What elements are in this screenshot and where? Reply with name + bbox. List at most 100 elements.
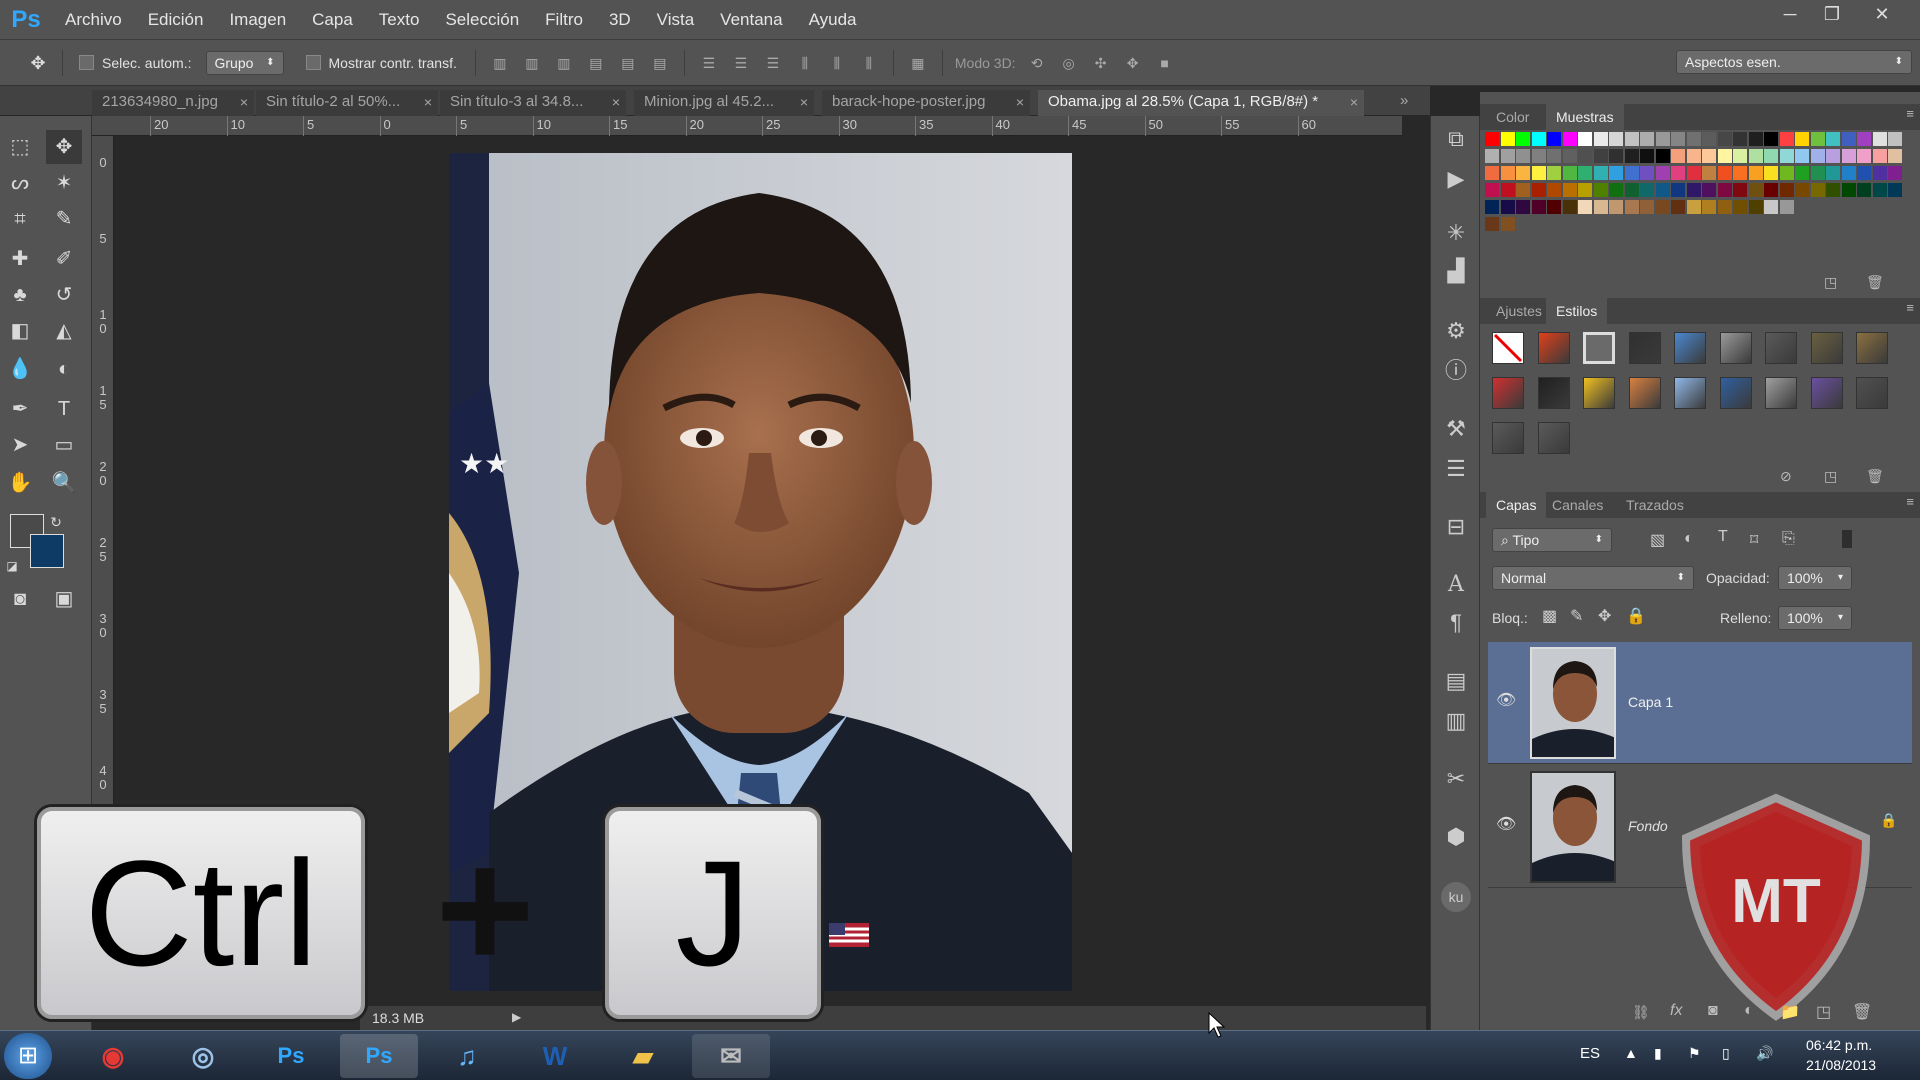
style-preset[interactable]: [1765, 377, 1797, 409]
color-swatch[interactable]: [1485, 132, 1499, 146]
color-swatch[interactable]: [1810, 166, 1825, 180]
color-swatch[interactable]: [1547, 166, 1561, 180]
power-icon[interactable]: ▯: [1722, 1045, 1730, 1062]
color-swatch[interactable]: [1779, 166, 1794, 180]
menu-filtro[interactable]: Filtro: [532, 0, 596, 40]
tab-color[interactable]: Color: [1486, 104, 1539, 130]
distribute-top-icon[interactable]: ☰: [698, 53, 720, 73]
color-swatch[interactable]: [1841, 132, 1856, 146]
color-swatch[interactable]: [1547, 132, 1561, 146]
color-swatch[interactable]: [1624, 132, 1639, 146]
panel-menu-icon[interactable]: ≡: [1906, 106, 1914, 121]
color-swatch[interactable]: [1686, 200, 1701, 214]
color-swatch[interactable]: [1593, 166, 1608, 180]
color-swatch[interactable]: [1655, 200, 1670, 214]
filter-pixel-icon[interactable]: ▧: [1650, 530, 1665, 550]
color-swatch[interactable]: [1593, 183, 1608, 197]
path-selection-tool-icon[interactable]: ➤: [2, 428, 38, 462]
align-left-icon[interactable]: ▤: [585, 53, 607, 73]
screen-mode-icon[interactable]: ▣: [46, 582, 82, 616]
trash-icon[interactable]: 🗑: [1866, 274, 1884, 291]
color-swatch[interactable]: [1624, 149, 1639, 163]
color-swatch[interactable]: [1578, 166, 1592, 180]
color-swatch[interactable]: [1686, 183, 1701, 197]
status-menu-arrow-icon[interactable]: ▶: [512, 1010, 521, 1024]
brush-tool-icon[interactable]: ✐: [46, 242, 82, 276]
color-swatch[interactable]: [1671, 183, 1685, 197]
style-preset[interactable]: [1856, 332, 1888, 364]
align-vcenter-icon[interactable]: ▥: [521, 53, 543, 73]
style-preset[interactable]: [1810, 332, 1843, 364]
filter-adjustment-icon[interactable]: ◐: [1684, 530, 1694, 548]
color-swatch[interactable]: [1810, 183, 1825, 197]
color-swatch[interactable]: [1562, 132, 1577, 146]
color-swatch[interactable]: [1826, 166, 1840, 180]
menu-ayuda[interactable]: Ayuda: [796, 0, 870, 40]
color-swatch[interactable]: [1872, 149, 1887, 163]
color-swatch[interactable]: [1779, 149, 1794, 163]
dodge-tool-icon[interactable]: ◐: [46, 352, 82, 386]
color-swatch[interactable]: [1547, 183, 1561, 197]
tab-ajustes[interactable]: Ajustes: [1486, 298, 1552, 324]
adjustment-layer-icon[interactable]: ◐: [1744, 1002, 1754, 1020]
color-swatch[interactable]: [1485, 200, 1499, 214]
fx-icon[interactable]: fx: [1670, 1002, 1682, 1020]
default-colors-icon[interactable]: ◪: [2, 556, 22, 576]
color-swatch[interactable]: [1795, 166, 1809, 180]
color-swatch[interactable]: [1609, 166, 1623, 180]
color-swatch[interactable]: [1593, 200, 1608, 214]
color-swatch[interactable]: [1764, 149, 1778, 163]
color-swatch[interactable]: [1857, 149, 1871, 163]
color-swatch[interactable]: [1717, 200, 1732, 214]
color-swatch[interactable]: [1624, 200, 1639, 214]
tool-presets-icon[interactable]: ⚒: [1441, 414, 1471, 444]
blur-tool-icon[interactable]: 💧: [2, 352, 38, 386]
menu-ventana[interactable]: Ventana: [707, 0, 795, 40]
explorer-taskbar-icon[interactable]: ▰: [604, 1034, 682, 1078]
color-swatch[interactable]: [1485, 149, 1499, 163]
new-swatch-icon[interactable]: ◳: [1824, 274, 1837, 291]
menu-seleccion[interactable]: Selección: [432, 0, 532, 40]
layer-filter-dropdown[interactable]: ⌕ Tipo ⬍: [1492, 528, 1612, 552]
swatches-grid[interactable]: [1485, 132, 1915, 262]
menu-imagen[interactable]: Imagen: [216, 0, 299, 40]
color-swatch[interactable]: [1578, 132, 1592, 146]
properties-icon[interactable]: ⚙: [1441, 316, 1471, 346]
tab-sin-titulo-2[interactable]: Sin título-2 al 50%... ×: [256, 90, 438, 116]
style-preset[interactable]: [1492, 422, 1524, 454]
paragraph-icon[interactable]: ¶: [1441, 608, 1471, 638]
color-swatch[interactable]: [1702, 149, 1716, 163]
color-swatch[interactable]: [1748, 200, 1763, 214]
style-preset[interactable]: [1492, 377, 1524, 409]
photoshop-taskbar-icon[interactable]: Ps: [252, 1034, 330, 1078]
color-swatch[interactable]: [1779, 183, 1794, 197]
align-right-icon[interactable]: ▤: [649, 53, 671, 73]
magic-wand-tool-icon[interactable]: ✶: [46, 166, 82, 200]
close-icon[interactable]: ×: [1016, 90, 1024, 114]
color-swatch[interactable]: [1702, 166, 1716, 180]
clone-source-icon[interactable]: ▟: [1441, 256, 1471, 286]
tabs-overflow-icon[interactable]: »: [1400, 92, 1408, 109]
color-swatch[interactable]: [1500, 166, 1515, 180]
filter-shape-icon[interactable]: ⌑: [1750, 530, 1758, 550]
color-swatch[interactable]: [1500, 149, 1515, 163]
add-mask-icon[interactable]: ◙: [1708, 1002, 1718, 1020]
color-swatch[interactable]: [1500, 132, 1515, 146]
color-swatch[interactable]: [1671, 200, 1685, 214]
clone-stamp-tool-icon[interactable]: ♣: [2, 278, 38, 312]
style-preset[interactable]: [1674, 377, 1706, 409]
opacity-field[interactable]: 100% ▾: [1778, 566, 1852, 590]
tab-estilos[interactable]: Estilos: [1546, 298, 1608, 324]
color-swatch[interactable]: [1485, 166, 1499, 180]
color-swatch[interactable]: [1516, 166, 1530, 180]
color-swatch[interactable]: [1609, 149, 1623, 163]
color-swatch[interactable]: [1516, 149, 1530, 163]
style-preset[interactable]: [1719, 377, 1752, 409]
character-icon[interactable]: A: [1441, 570, 1471, 600]
color-swatch[interactable]: [1888, 183, 1902, 197]
camera-taskbar-icon[interactable]: ◎: [164, 1034, 242, 1078]
color-swatch[interactable]: [1857, 183, 1871, 197]
style-preset[interactable]: [1583, 332, 1615, 364]
color-swatch[interactable]: [1779, 200, 1794, 214]
auto-select-dropdown[interactable]: Grupo ⬍: [205, 50, 284, 75]
